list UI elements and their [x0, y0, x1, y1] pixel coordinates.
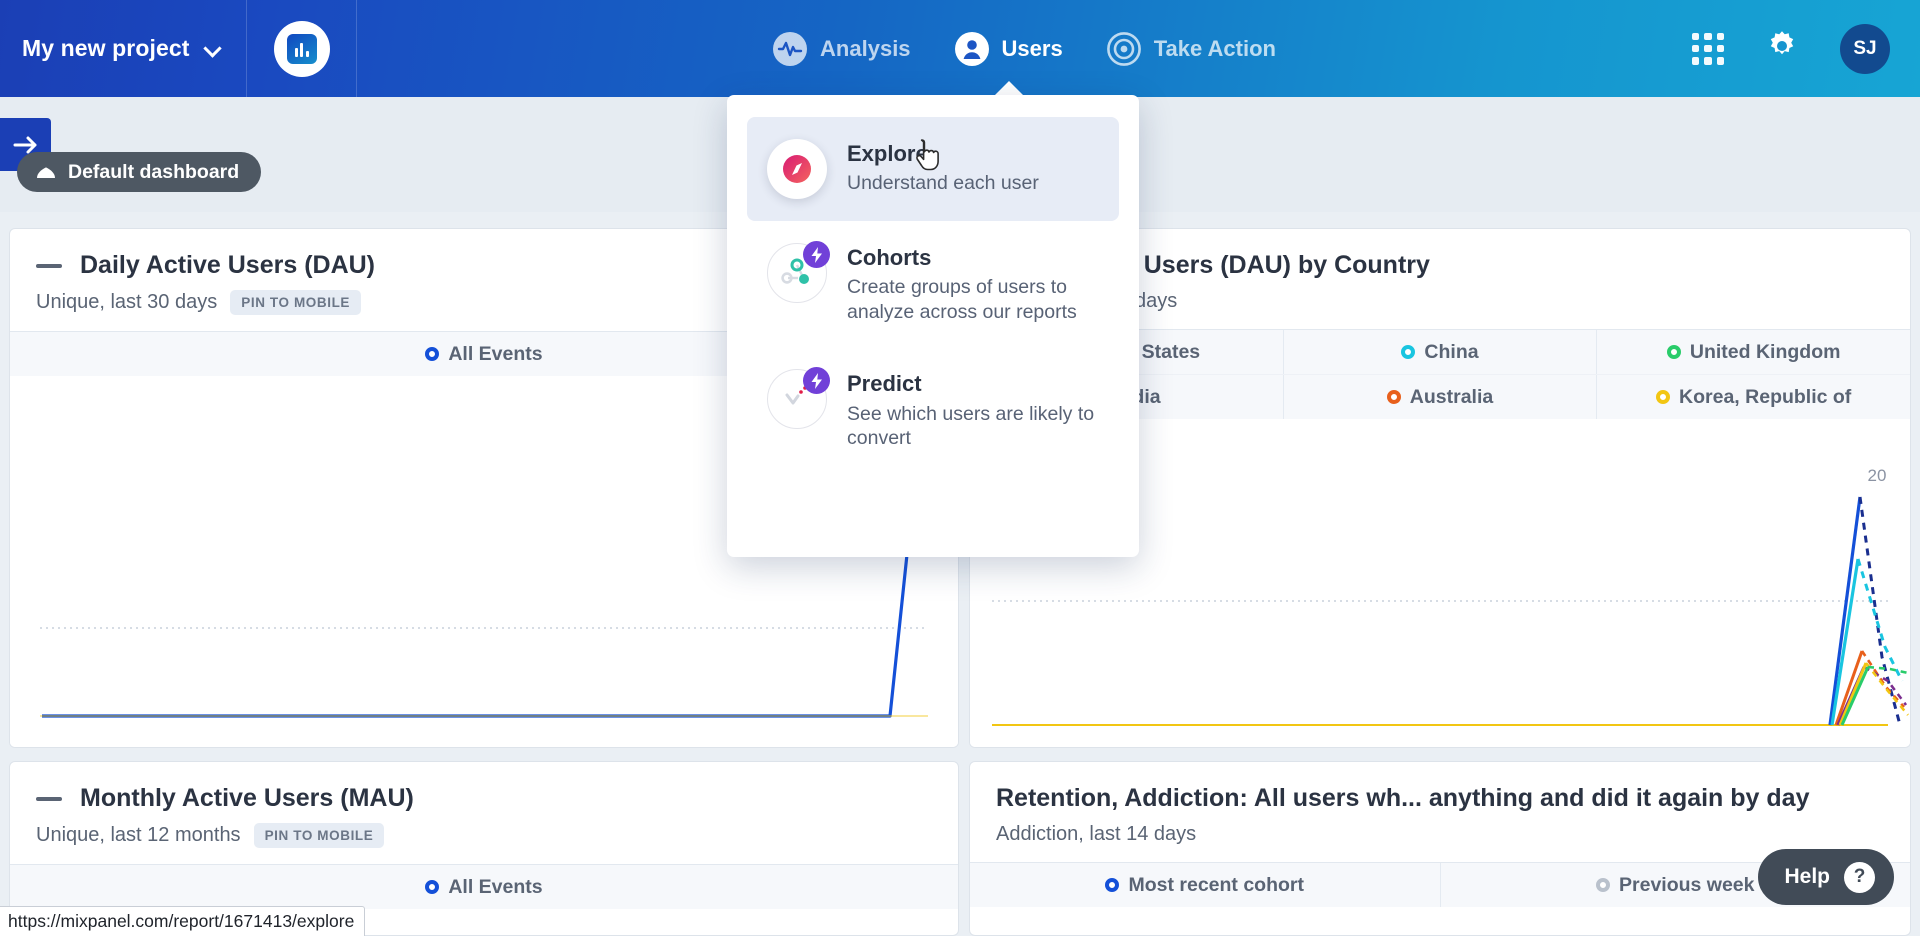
card-title: Monthly Active Users (MAU) — [80, 784, 414, 812]
cohorts-icon-wrap — [767, 241, 830, 303]
legend-label: China — [1424, 340, 1479, 363]
menu-item-title: Predict — [847, 371, 922, 397]
legend-dot — [425, 880, 440, 894]
legend-dot — [1401, 345, 1416, 359]
mixpanel-logo-icon — [273, 20, 330, 77]
nav-tab-analysis[interactable]: Analysis — [773, 0, 911, 97]
legend-label: All Events — [448, 342, 543, 365]
legend-dot — [1105, 878, 1120, 892]
legend-item-most-recent-cohort[interactable]: Most recent cohort — [970, 863, 1441, 907]
top-navigation-bar: My new project Analysis Users Take Actio… — [0, 0, 1920, 98]
help-button[interactable]: Help ? — [1758, 849, 1894, 905]
menu-item-title: Explore — [847, 141, 928, 166]
mixpanel-logo-button[interactable] — [247, 0, 357, 97]
pin-to-mobile-badge[interactable]: PIN TO MOBILE — [230, 290, 362, 315]
menu-item-title: Cohorts — [847, 245, 932, 270]
help-label: Help — [1784, 865, 1830, 888]
browser-status-bar: https://mixpanel.com/report/1671413/expl… — [0, 906, 366, 936]
predict-icon-wrap — [767, 367, 830, 430]
legend-item-china[interactable]: China — [1284, 330, 1598, 374]
chevron-down-icon — [204, 40, 221, 57]
legend-dot — [1666, 345, 1681, 359]
nav-tab-users[interactable]: Users — [954, 0, 1063, 98]
data-label-20: 20 — [1868, 466, 1887, 485]
legend-label: Korea, Republic of — [1679, 385, 1852, 408]
question-mark-icon: ? — [1844, 861, 1875, 893]
card-subtitle: Unique, last 12 months — [36, 824, 241, 846]
user-circle-icon — [954, 31, 989, 66]
legend-item-korea[interactable]: Korea, Republic of — [1597, 375, 1910, 419]
menu-item-text: Predict See which users are likely to co… — [847, 369, 1099, 451]
compass-icon — [767, 139, 827, 199]
card-title-row: Retention, Addiction: All users wh... an… — [996, 784, 1884, 813]
card-retention-addiction: Retention, Addiction: All users wh... an… — [969, 761, 1911, 936]
cloud-icon — [37, 166, 55, 178]
card-subtitle-row: Addiction, last 14 days — [996, 823, 1884, 846]
legend-dot — [1386, 390, 1401, 404]
nav-tab-label: Users — [1001, 35, 1063, 61]
legend-label: All Events — [448, 875, 543, 898]
lightning-bolt-icon — [803, 241, 830, 268]
app-grid-icon[interactable] — [1692, 32, 1724, 65]
status-url: https://mixpanel.com/report/1671413/expl… — [8, 911, 355, 931]
menu-item-explore[interactable]: Explore Understand each user — [747, 117, 1119, 221]
menu-item-subtitle: See which users are likely to convert — [847, 402, 1095, 450]
card-subtitle: Unique, last 30 days — [36, 291, 218, 313]
card-subtitle: Addiction, last 14 days — [996, 823, 1197, 845]
nav-tab-take-action[interactable]: Take Action — [1106, 0, 1276, 97]
gear-icon[interactable] — [1764, 28, 1800, 69]
menu-item-predict[interactable]: Predict See which users are likely to co… — [747, 347, 1119, 473]
legend-label: Most recent cohort — [1128, 873, 1305, 896]
menu-item-text: Explore Understand each user — [847, 139, 1039, 196]
legend-item-all-events[interactable]: All Events — [10, 865, 958, 909]
lightning-bolt-icon — [803, 367, 830, 395]
project-name: My new project — [22, 35, 190, 61]
line-chart-marker-icon — [36, 796, 62, 801]
line-chart-marker-icon — [36, 263, 62, 268]
nav-tab-label: Analysis — [820, 35, 911, 61]
legend-item-australia[interactable]: Australia — [1284, 375, 1598, 419]
card-title: Retention, Addiction: All users wh... an… — [996, 784, 1810, 812]
card-title-row: Monthly Active Users (MAU) — [36, 784, 932, 813]
project-switcher[interactable]: My new project — [0, 0, 247, 97]
dashboard-selector-pill[interactable]: Default dashboard — [17, 152, 262, 192]
legend-dot — [1596, 878, 1610, 892]
legend-label: Australia — [1409, 385, 1494, 408]
menu-item-text: Cohorts Create groups of users to analyz… — [847, 243, 1099, 325]
legend-label: United Kingdom — [1689, 340, 1841, 363]
legend-label: Previous week — [1619, 873, 1755, 896]
nav-tab-label: Take Action — [1153, 35, 1276, 61]
explore-icon-wrap — [767, 139, 827, 199]
pulse-icon — [773, 31, 808, 66]
dashboard-name: Default dashboard — [68, 160, 240, 183]
card-legend: All Events — [10, 864, 958, 909]
chart-x-axis: MAY 30 JUN 13 JUN 28 — [970, 746, 1910, 747]
menu-item-cohorts[interactable]: Cohorts Create groups of users to analyz… — [747, 221, 1119, 347]
pin-to-mobile-badge[interactable]: PIN TO MOBILE — [253, 823, 385, 848]
legend-dot — [425, 347, 440, 361]
chart-x-axis: MAY 30 JUN 13 JUN 28 — [10, 747, 958, 748]
legend-item-united-kingdom[interactable]: United Kingdom — [1597, 330, 1910, 374]
avatar[interactable]: SJ — [1840, 23, 1890, 74]
target-icon — [1106, 31, 1141, 66]
main-nav-tabs: Analysis Users Take Action — [357, 0, 1692, 98]
card-header: Monthly Active Users (MAU) Unique, last … — [10, 762, 958, 864]
legend-dot — [1656, 390, 1671, 404]
card-subtitle-row: Unique, last 12 months PIN TO MOBILE — [36, 823, 932, 848]
nav-right-actions: SJ — [1692, 23, 1920, 74]
card-title: Daily Active Users (DAU) — [80, 251, 376, 279]
users-dropdown-menu: Explore Understand each user Cohorts Cre… — [727, 95, 1139, 557]
card-header: Retention, Addiction: All users wh... an… — [970, 762, 1910, 862]
menu-item-subtitle: Understand each user — [847, 172, 1039, 195]
menu-item-subtitle: Create groups of users to analyze across… — [847, 276, 1077, 324]
